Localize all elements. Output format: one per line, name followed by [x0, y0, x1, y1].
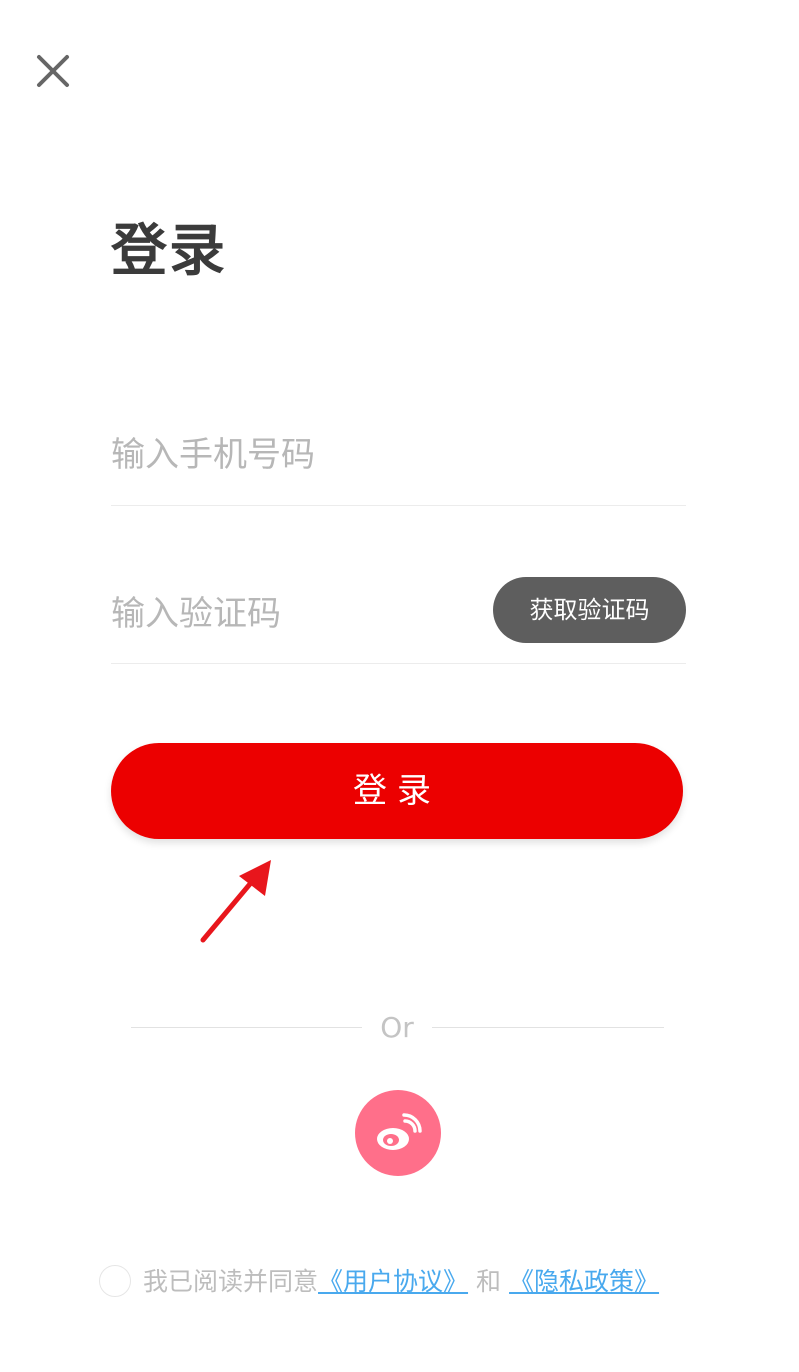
verification-code-input[interactable]: [111, 565, 471, 663]
annotation-arrow-icon: [200, 860, 271, 943]
agreement-checkbox[interactable]: [99, 1265, 131, 1297]
close-icon: [37, 55, 69, 87]
phone-input[interactable]: [111, 405, 686, 505]
user-agreement-link[interactable]: 《用户协议》: [318, 1267, 468, 1296]
agreement-row: 我已阅读并同意《用户协议》和《隐私政策》: [99, 1262, 659, 1302]
divider-right: [432, 1027, 664, 1028]
phone-field: [111, 405, 686, 506]
page-title: 登录: [111, 219, 227, 284]
weibo-login-button[interactable]: [355, 1090, 441, 1176]
or-divider-label: Or: [380, 1011, 414, 1044]
agreement-and-text: 和: [476, 1267, 502, 1296]
divider-left: [131, 1027, 362, 1028]
privacy-policy-link[interactable]: 《隐私政策》: [509, 1267, 659, 1296]
agreement-prefix: 我已阅读并同意: [143, 1267, 319, 1296]
code-field: 获取验证码: [111, 565, 686, 664]
close-button[interactable]: [30, 48, 76, 94]
weibo-icon: [377, 1113, 422, 1150]
login-button[interactable]: 登录: [111, 743, 683, 839]
get-code-button[interactable]: 获取验证码: [493, 577, 686, 643]
